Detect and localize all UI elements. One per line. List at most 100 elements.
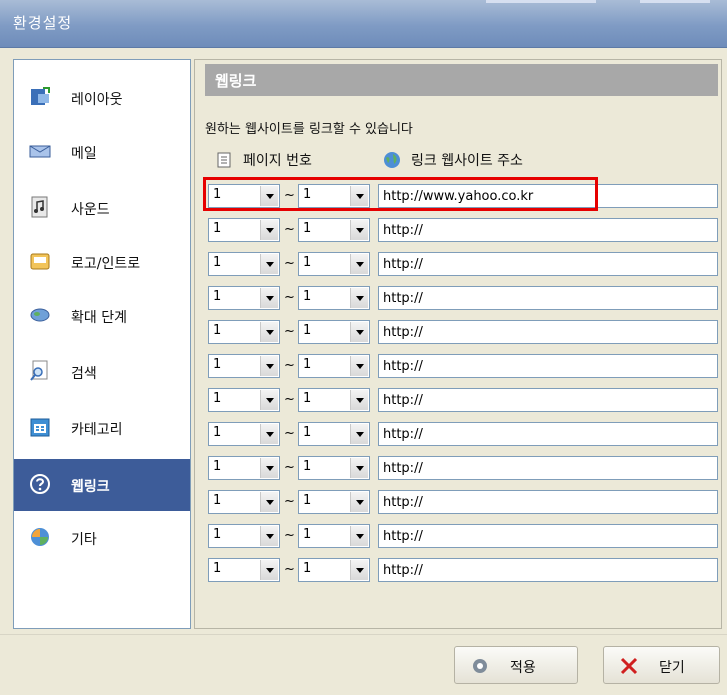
page-to-select[interactable]: 1 — [298, 524, 370, 548]
sidebar-item-weblink[interactable]: 웹링크 — [14, 459, 190, 511]
category-icon — [30, 418, 50, 437]
sidebar-item-search[interactable]: 검색 — [14, 346, 190, 398]
page-to-select[interactable]: 1 — [298, 422, 370, 446]
dropdown-arrow-icon[interactable] — [350, 220, 368, 240]
dropdown-arrow-icon[interactable] — [350, 322, 368, 342]
help-circle-icon — [30, 474, 50, 494]
dropdown-arrow-icon[interactable] — [350, 560, 368, 580]
page-from-value: 1 — [213, 391, 222, 406]
page-to-select[interactable]: 1 — [298, 252, 370, 276]
dropdown-arrow-icon[interactable] — [260, 424, 278, 444]
range-separator: ~ — [284, 222, 295, 237]
page-from-select[interactable]: 1 — [208, 218, 280, 242]
titlebar-edge — [486, 0, 596, 3]
page-from-select[interactable]: 1 — [208, 456, 280, 480]
dropdown-arrow-icon[interactable] — [350, 390, 368, 410]
dropdown-arrow-icon[interactable] — [260, 492, 278, 512]
page-from-value: 1 — [213, 289, 222, 304]
weblink-row: 1 ~1 — [208, 354, 718, 382]
page-to-select[interactable]: 1 — [298, 320, 370, 344]
dropdown-arrow-icon[interactable] — [350, 254, 368, 274]
dropdown-arrow-icon[interactable] — [260, 220, 278, 240]
url-input[interactable] — [378, 252, 718, 276]
dropdown-arrow-icon[interactable] — [260, 322, 278, 342]
page-to-select[interactable]: 1 — [298, 218, 370, 242]
url-input[interactable] — [378, 184, 718, 208]
page-from-select[interactable]: 1 — [208, 524, 280, 548]
dropdown-arrow-icon[interactable] — [260, 526, 278, 546]
url-input[interactable] — [378, 286, 718, 310]
sidebar-item-logo-intro[interactable]: 로고/인트로 — [14, 236, 190, 288]
dropdown-arrow-icon[interactable] — [260, 186, 278, 206]
apply-button[interactable]: 적용 — [454, 646, 578, 684]
page-to-select[interactable]: 1 — [298, 490, 370, 514]
page-from-select[interactable]: 1 — [208, 184, 280, 208]
weblink-row: 1 ~1 — [208, 252, 718, 280]
page-from-select[interactable]: 1 — [208, 388, 280, 412]
dropdown-arrow-icon[interactable] — [350, 186, 368, 206]
url-input[interactable] — [378, 354, 718, 378]
page-from-select[interactable]: 1 — [208, 320, 280, 344]
url-input[interactable] — [378, 490, 718, 514]
dropdown-arrow-icon[interactable] — [260, 254, 278, 274]
sidebar-item-label: 카테고리 — [71, 422, 123, 438]
column-header-page: 페이지 번호 — [217, 150, 312, 170]
sidebar-item-misc[interactable]: 기타 — [14, 512, 190, 564]
page-to-select[interactable]: 1 — [298, 286, 370, 310]
url-input[interactable] — [378, 422, 718, 446]
url-input[interactable] — [378, 218, 718, 242]
page-to-select[interactable]: 1 — [298, 456, 370, 480]
apply-button-label: 적용 — [510, 660, 536, 676]
page-to-value: 1 — [303, 255, 312, 270]
dropdown-arrow-icon[interactable] — [350, 526, 368, 546]
page-icon — [217, 152, 231, 168]
page-from-select[interactable]: 1 — [208, 354, 280, 378]
sidebar-item-zoom-level[interactable]: 확대 단계 — [14, 290, 190, 342]
page-from-select[interactable]: 1 — [208, 252, 280, 276]
dropdown-arrow-icon[interactable] — [260, 560, 278, 580]
sidebar-item-category[interactable]: 카테고리 — [14, 402, 190, 454]
sidebar-item-mail[interactable]: 메일 — [14, 126, 190, 178]
url-input[interactable] — [378, 456, 718, 480]
dropdown-arrow-icon[interactable] — [350, 356, 368, 376]
dropdown-arrow-icon[interactable] — [350, 492, 368, 512]
url-input[interactable] — [378, 388, 718, 412]
page-from-value: 1 — [213, 221, 222, 236]
sidebar-item-label: 웹링크 — [71, 479, 110, 495]
url-input[interactable] — [378, 524, 718, 548]
page-from-select[interactable]: 1 — [208, 490, 280, 514]
page-to-select[interactable]: 1 — [298, 388, 370, 412]
page-to-value: 1 — [303, 425, 312, 440]
page-to-value: 1 — [303, 527, 312, 542]
page-to-value: 1 — [303, 561, 312, 576]
dropdown-arrow-icon[interactable] — [350, 424, 368, 444]
dropdown-arrow-icon[interactable] — [260, 288, 278, 308]
url-input[interactable] — [378, 558, 718, 582]
page-from-value: 1 — [213, 493, 222, 508]
weblink-row: 1 ~1 — [208, 218, 718, 246]
page-from-select[interactable]: 1 — [208, 286, 280, 310]
dropdown-arrow-icon[interactable] — [260, 458, 278, 478]
page-from-select[interactable]: 1 — [208, 422, 280, 446]
sidebar-item-label: 검색 — [71, 366, 97, 382]
sidebar-item-layout[interactable]: 레이아웃 — [14, 72, 190, 124]
dropdown-arrow-icon[interactable] — [260, 356, 278, 376]
page-from-value: 1 — [213, 323, 222, 338]
page-from-value: 1 — [213, 425, 222, 440]
weblink-description: 원하는 웹사이트를 링크할 수 있습니다 — [205, 122, 413, 137]
dropdown-arrow-icon[interactable] — [260, 390, 278, 410]
range-separator: ~ — [284, 358, 295, 373]
url-input[interactable] — [378, 320, 718, 344]
page-to-value: 1 — [303, 221, 312, 236]
sidebar-item-sound[interactable]: 사운드 — [14, 182, 190, 234]
page-to-select[interactable]: 1 — [298, 558, 370, 582]
dropdown-arrow-icon[interactable] — [350, 458, 368, 478]
page-to-select[interactable]: 1 — [298, 184, 370, 208]
title-bar: 환경설정 — [0, 0, 727, 48]
dropdown-arrow-icon[interactable] — [350, 288, 368, 308]
close-button[interactable]: 닫기 — [603, 646, 720, 684]
range-separator: ~ — [284, 188, 295, 203]
weblink-row: 1 ~1 — [208, 456, 718, 484]
page-from-select[interactable]: 1 — [208, 558, 280, 582]
page-to-select[interactable]: 1 — [298, 354, 370, 378]
